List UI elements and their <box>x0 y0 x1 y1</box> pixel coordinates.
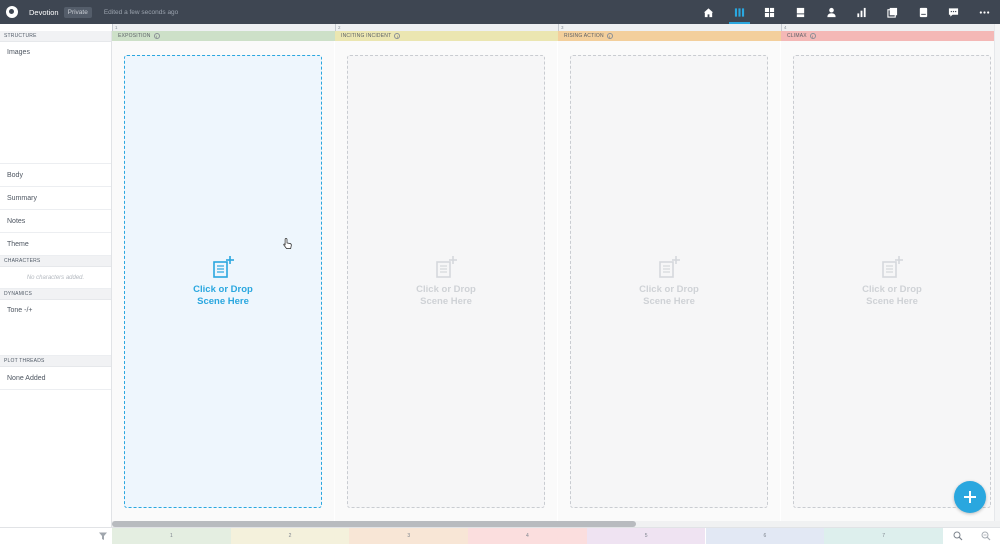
book-icon <box>919 7 927 17</box>
info-icon[interactable]: i <box>809 32 816 39</box>
nav-book[interactable] <box>908 0 939 24</box>
timeline-segment[interactable]: 7 <box>824 528 943 544</box>
nav-more[interactable] <box>969 0 1000 24</box>
filter-icon[interactable] <box>98 531 108 541</box>
view-nav <box>693 0 1000 24</box>
drop-label: Click or Drop Scene Here <box>193 284 253 307</box>
act-header-inciting-incident[interactable]: INCITING INCIDENT i <box>335 31 558 41</box>
act-label: INCITING INCIDENT <box>341 33 392 39</box>
act-label: RISING ACTION <box>564 33 604 39</box>
top-bar: Devotion Private Edited a few seconds ag… <box>0 0 1000 24</box>
nav-outline[interactable] <box>785 0 816 24</box>
info-icon[interactable]: i <box>606 32 613 39</box>
column-tick <box>781 24 782 31</box>
plot-threads-heading: PLOT THREADS <box>0 356 111 367</box>
sidebar-item-body[interactable]: Body <box>0 164 111 187</box>
column-tick <box>112 24 113 31</box>
info-icon[interactable]: i <box>394 32 401 39</box>
add-scene-icon <box>882 256 903 278</box>
nav-characters[interactable] <box>816 0 847 24</box>
add-button[interactable] <box>954 481 986 513</box>
timeline-segment[interactable]: 4 <box>468 528 587 544</box>
drop-label: Click or Drop Scene Here <box>639 284 699 307</box>
timeline-segment[interactable]: 1 <box>112 528 231 544</box>
column-number: 4 <box>784 25 787 30</box>
more-icon <box>979 10 990 14</box>
add-scene-icon <box>659 256 680 278</box>
stats-icon <box>857 7 867 17</box>
add-scene-icon <box>436 256 457 278</box>
chat-icon <box>949 7 959 17</box>
nav-gallery[interactable] <box>877 0 908 24</box>
scene-drop-zone[interactable]: Click or Drop Scene Here <box>570 55 768 508</box>
scene-drop-zone[interactable]: Click or Drop Scene Here <box>793 55 991 508</box>
column-tick <box>558 24 559 31</box>
sidebar-item-summary[interactable]: Summary <box>0 187 111 210</box>
outline-icon <box>796 7 805 17</box>
timeline-bar: 1 2 3 4 5 6 7 <box>0 527 1000 544</box>
column-tick <box>335 24 336 31</box>
info-icon[interactable]: i <box>153 32 160 39</box>
zoom-in-button[interactable] <box>951 530 964 542</box>
sidebar-item-notes[interactable]: Notes <box>0 210 111 233</box>
characters-heading: CHARACTERS <box>0 256 111 267</box>
timeline-segment[interactable]: 5 <box>586 528 706 544</box>
zoom-in-icon <box>953 531 962 541</box>
structure-sidebar: STRUCTURE Images Body Summary Notes Them… <box>0 31 112 527</box>
act-header-rising-action[interactable]: RISING ACTION i <box>558 31 781 41</box>
timeline-segment[interactable]: 3 <box>349 528 469 544</box>
drop-label: Click or Drop Scene Here <box>416 284 476 307</box>
act-label: CLIMAX <box>787 33 807 39</box>
app-logo[interactable] <box>0 0 24 24</box>
column-number: 3 <box>561 25 564 30</box>
sidebar-item-images[interactable]: Images <box>0 42 111 164</box>
nav-home[interactable] <box>693 0 724 24</box>
sidebar-item-theme[interactable]: Theme <box>0 233 111 256</box>
edited-status: Edited a few seconds ago <box>103 8 179 16</box>
zoom-out-button[interactable] <box>979 530 992 542</box>
character-icon <box>827 7 836 17</box>
scene-drop-zone[interactable]: Click or Drop Scene Here <box>347 55 545 508</box>
add-scene-icon <box>213 256 234 278</box>
act-header-climax[interactable]: CLIMAX i <box>781 31 994 41</box>
scene-drop-zone[interactable]: Click or Drop Scene Here <box>124 55 322 508</box>
project-title[interactable]: Devotion <box>29 8 59 17</box>
zoom-out-icon <box>981 531 990 541</box>
gallery-icon <box>887 7 898 18</box>
home-icon <box>703 7 714 17</box>
logo-icon <box>6 6 18 18</box>
vertical-scrollbar[interactable] <box>994 24 1000 527</box>
act-label: EXPOSITION <box>118 33 151 39</box>
plus-icon <box>964 491 976 503</box>
column-number-strip: 1 2 3 4 <box>112 24 994 31</box>
board-columns-icon <box>734 7 744 17</box>
column-number: 2 <box>338 25 341 30</box>
nav-grid[interactable] <box>755 0 786 24</box>
act-header-exposition[interactable]: EXPOSITION i <box>112 31 335 41</box>
nav-chat[interactable] <box>939 0 970 24</box>
timeline-segment[interactable]: 6 <box>705 528 825 544</box>
drop-label: Click or Drop Scene Here <box>862 284 922 307</box>
characters-empty: No characters added. <box>0 267 111 289</box>
structure-heading: STRUCTURE <box>0 31 111 42</box>
dynamics-heading: DYNAMICS <box>0 289 111 300</box>
grid-icon <box>765 7 775 17</box>
privacy-badge[interactable]: Private <box>63 6 92 18</box>
plot-threads-empty: None Added <box>0 367 111 390</box>
column-number: 1 <box>115 25 118 30</box>
timeline-segment[interactable]: 2 <box>230 528 350 544</box>
story-board: 1 2 3 4 EXPOSITION i INCITING INCIDENT i R… <box>112 24 994 521</box>
nav-stats[interactable] <box>847 0 878 24</box>
hand-cursor-icon <box>283 238 292 249</box>
sidebar-item-tone[interactable]: Tone -/+ <box>0 300 111 356</box>
nav-board[interactable] <box>724 0 755 24</box>
